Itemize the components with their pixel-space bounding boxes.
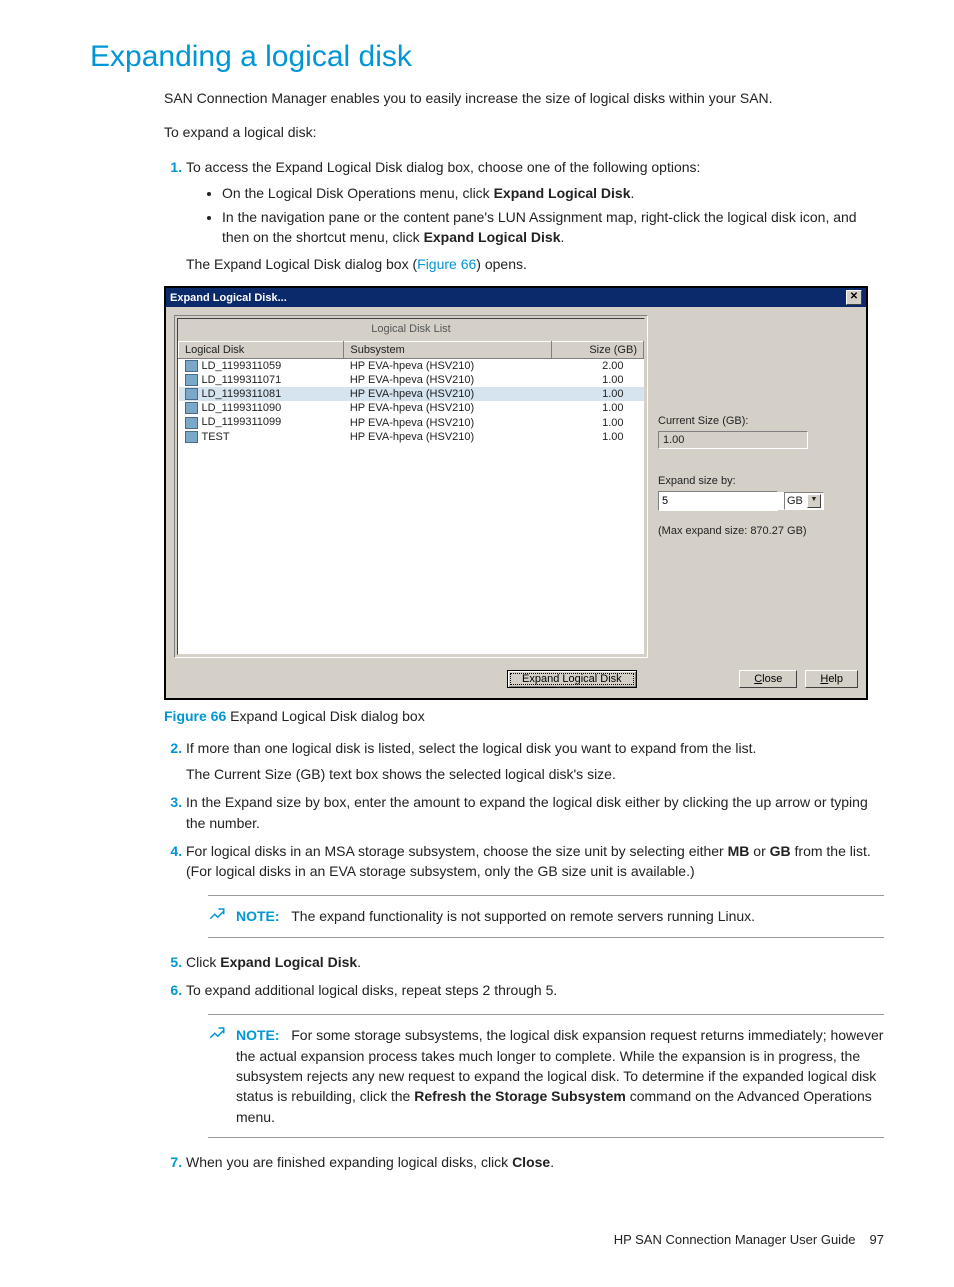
step-2: If more than one logical disk is listed,… (186, 738, 884, 785)
step-3: In the Expand size by box, enter the amo… (186, 792, 884, 833)
step-1-lead: To access the Expand Logical Disk dialog… (186, 159, 700, 175)
logical-disk-icon (185, 431, 198, 443)
page-footer: HP SAN Connection Manager User Guide97 (90, 1232, 884, 1247)
close-icon[interactable]: ✕ (846, 290, 862, 305)
logical-disk-icon (185, 374, 198, 386)
chevron-down-icon[interactable]: ▼ (807, 494, 821, 508)
step-1-bullet-2: In the navigation pane or the content pa… (222, 207, 884, 248)
expand-logical-disk-button[interactable]: Expand Logical Disk (507, 670, 637, 688)
note-icon (208, 906, 226, 924)
step-1-after: The Expand Logical Disk dialog box (Figu… (186, 254, 884, 274)
list-panel-title: Logical Disk List (178, 319, 644, 341)
logical-disk-icon (185, 388, 198, 400)
col-logical-disk[interactable]: Logical Disk (179, 342, 344, 359)
current-size-field: 1.00 (658, 431, 808, 449)
col-size[interactable]: Size (GB) (551, 342, 643, 359)
table-row[interactable]: LD_1199311090HP EVA-hpeva (HSV210)1.00 (179, 401, 644, 415)
table-row[interactable]: LD_1199311081HP EVA-hpeva (HSV210)1.00 (179, 387, 644, 401)
logical-disk-icon (185, 360, 198, 372)
step-5: Click Expand Logical Disk. (186, 952, 884, 972)
col-subsystem[interactable]: Subsystem (344, 342, 551, 359)
figure-link[interactable]: Figure 66 (417, 256, 476, 272)
current-size-label: Current Size (GB): (658, 415, 858, 427)
intro-lead: To expand a logical disk: (164, 122, 884, 142)
table-row[interactable]: LD_1199311059HP EVA-hpeva (HSV210)2.00 (179, 359, 644, 374)
max-expand-note: (Max expand size: 870.27 GB) (658, 525, 858, 537)
expand-logical-disk-dialog: Expand Logical Disk... ✕ Logical Disk Li… (164, 286, 868, 700)
size-unit-select[interactable]: GB ▼ (784, 492, 824, 510)
step-7: When you are finished expanding logical … (186, 1152, 884, 1172)
intro-text: SAN Connection Manager enables you to ea… (164, 88, 884, 108)
logical-disk-icon (185, 402, 198, 414)
close-button[interactable]: Close (739, 670, 797, 688)
expand-size-label: Expand size by: (658, 475, 858, 487)
step-4: For logical disks in an MSA storage subs… (186, 841, 884, 938)
step-1-bullet-1: On the Logical Disk Operations menu, cli… (222, 183, 884, 203)
note-1: NOTE: The expand functionality is not su… (208, 895, 884, 937)
note-icon (208, 1025, 226, 1043)
help-button[interactable]: Help (805, 670, 858, 688)
table-row[interactable]: LD_1199311071HP EVA-hpeva (HSV210)1.00 (179, 373, 644, 387)
dialog-titlebar: Expand Logical Disk... ✕ (166, 288, 866, 307)
expand-size-spinner[interactable]: ▲ ▼ (658, 491, 778, 511)
dialog-title: Expand Logical Disk... (170, 292, 287, 304)
logical-disk-icon (185, 417, 198, 429)
note-2: NOTE: For some storage subsystems, the l… (208, 1014, 884, 1137)
figure-caption: Figure 66 Expand Logical Disk dialog box (164, 708, 884, 724)
logical-disk-table[interactable]: Logical Disk Subsystem Size (GB) LD_1199… (178, 341, 644, 444)
step-1: To access the Expand Logical Disk dialog… (186, 157, 884, 274)
step-6: To expand additional logical disks, repe… (186, 980, 884, 1138)
table-row[interactable]: LD_1199311099HP EVA-hpeva (HSV210)1.00 (179, 415, 644, 429)
table-row[interactable]: TESTHP EVA-hpeva (HSV210)1.00 (179, 430, 644, 444)
page-title: Expanding a logical disk (90, 40, 884, 74)
